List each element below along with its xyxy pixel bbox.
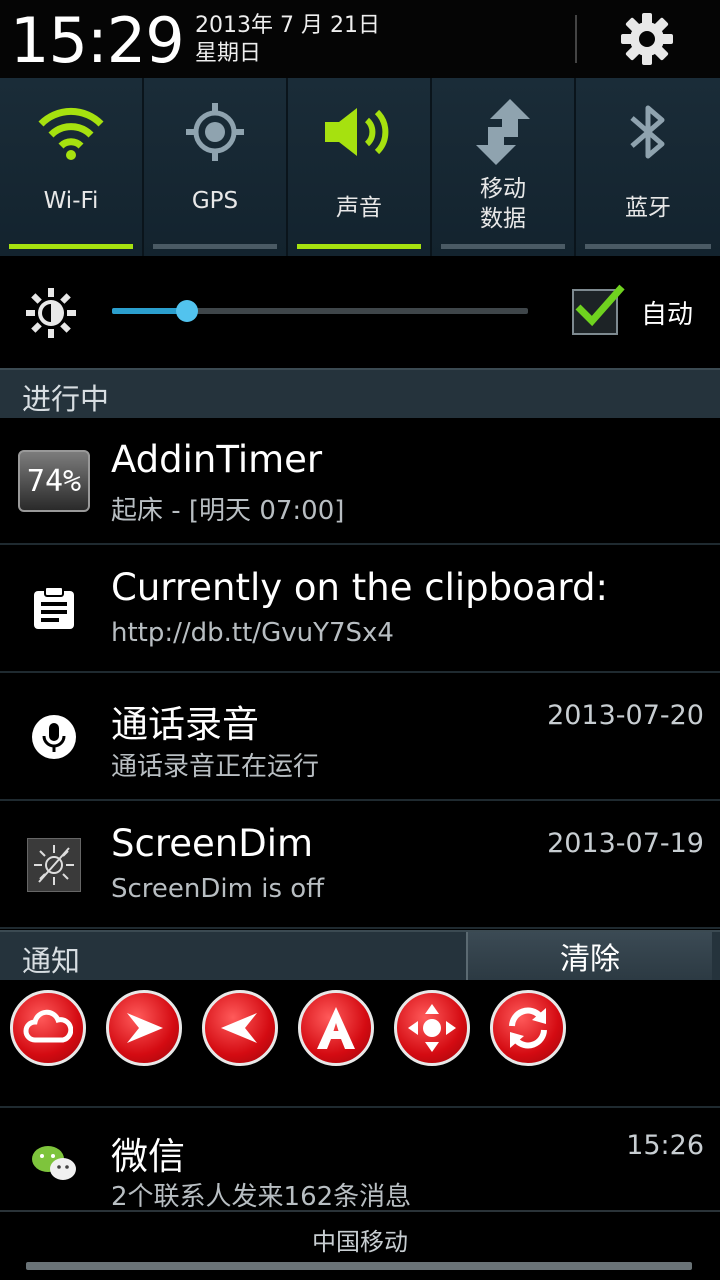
- notification-time: 2013-07-20: [547, 700, 704, 731]
- mobile-data-icon: [476, 99, 530, 165]
- settings-button[interactable]: [612, 6, 682, 72]
- clear-button[interactable]: 清除: [466, 932, 712, 980]
- toggle-gps[interactable]: GPS: [144, 78, 288, 256]
- notifications-title: 通知: [22, 944, 81, 978]
- sound-icon: [325, 108, 389, 156]
- clock: 15:29: [10, 4, 185, 77]
- checkmark-icon: [575, 284, 625, 327]
- notification-screendim[interactable]: ScreenDim ScreenDim is off 2013-07-19: [0, 802, 720, 929]
- date-display: 2013年 7 月 21日 星期日: [195, 12, 380, 68]
- bluetooth-icon: [630, 105, 665, 159]
- quick-settings: Wi-Fi GPS 声音 移动 数据 蓝牙: [0, 78, 720, 256]
- drag-handle[interactable]: [26, 1262, 692, 1270]
- toggle-gps-label: GPS: [191, 188, 239, 214]
- notification-title: 通话录音: [111, 703, 259, 746]
- notification-clipboard[interactable]: Currently on the clipboard: http://db.tt…: [0, 546, 720, 673]
- notification-title: 微信: [111, 1135, 185, 1178]
- toggle-wifi-indicator: [9, 244, 133, 249]
- notification-title: Currently on the clipboard:: [111, 566, 608, 609]
- brightness-icon: [26, 288, 76, 338]
- notification-subtitle: http://db.tt/GvuY7Sx4: [111, 618, 394, 648]
- screendim-icon: [16, 832, 92, 898]
- notifications-section-header: 通知 清除: [0, 930, 720, 980]
- notification-title: AddinTimer: [111, 438, 323, 481]
- toggle-mobile-data[interactable]: 移动 数据: [432, 78, 576, 256]
- app-notification-icons: [0, 980, 720, 1108]
- brightness-slider-thumb[interactable]: [175, 300, 198, 322]
- weekday: 星期日: [195, 41, 262, 66]
- gps-icon: [186, 103, 244, 161]
- carrier-label: 中国移动: [312, 1228, 408, 1256]
- brightness-slider[interactable]: [112, 308, 528, 314]
- toggle-mobile-data-label: 移动 数据: [480, 176, 526, 232]
- microphone-icon: [16, 704, 92, 770]
- sync-icon[interactable]: [490, 990, 566, 1066]
- toggle-bluetooth-label: 蓝牙: [625, 195, 671, 221]
- timer-icon: 74%: [16, 448, 92, 514]
- ongoing-section-header: 进行中: [0, 368, 720, 418]
- notification-call-recorder[interactable]: 通话录音 通话录音正在运行 2013-07-20: [0, 674, 720, 801]
- letter-a-icon[interactable]: [298, 990, 374, 1066]
- notification-time: 15:26: [626, 1130, 704, 1161]
- notification-subtitle: 通话录音正在运行: [111, 752, 320, 782]
- toggle-mobile-data-indicator: [441, 244, 565, 249]
- notification-time: 2013-07-19: [547, 828, 704, 859]
- clipboard-icon: [16, 576, 92, 642]
- toggle-wifi[interactable]: Wi-Fi: [0, 78, 144, 256]
- auto-brightness-checkbox[interactable]: [572, 284, 625, 335]
- brightness-row: 自动: [0, 256, 720, 368]
- toggle-bluetooth[interactable]: 蓝牙: [576, 78, 720, 256]
- status-header: 15:29 2013年 7 月 21日 星期日: [0, 0, 720, 78]
- arrow-left-icon[interactable]: [202, 990, 278, 1066]
- cloud-icon[interactable]: [10, 990, 86, 1066]
- header-divider: [575, 15, 577, 63]
- notification-subtitle: 起床 - [明天 07:00]: [111, 496, 345, 526]
- date-line: 2013年 7 月 21日: [195, 13, 380, 38]
- wifi-icon: [38, 107, 104, 160]
- notification-subtitle: 2个联系人发来162条消息: [111, 1182, 412, 1212]
- toggle-sound-indicator: [297, 244, 421, 249]
- notification-subtitle: ScreenDim is off: [111, 874, 325, 904]
- toggle-bluetooth-indicator: [585, 244, 711, 249]
- dpad-icon[interactable]: [394, 990, 470, 1066]
- notification-title: ScreenDim: [111, 822, 314, 865]
- auto-brightness-label: 自动: [641, 300, 694, 330]
- toggle-sound[interactable]: 声音: [288, 78, 432, 256]
- arrow-right-icon[interactable]: [106, 990, 182, 1066]
- toggle-gps-indicator: [153, 244, 277, 249]
- notification-wechat[interactable]: 微信 2个联系人发来162条消息 15:26: [0, 1108, 720, 1212]
- notification-addintimer[interactable]: 74% AddinTimer 起床 - [明天 07:00]: [0, 418, 720, 545]
- gear-icon: [621, 13, 673, 65]
- wechat-icon: [16, 1130, 92, 1196]
- ongoing-title: 进行中: [22, 382, 110, 416]
- footer: 中国移动: [0, 1212, 720, 1280]
- toggle-wifi-label: Wi-Fi: [43, 188, 99, 214]
- toggle-sound-label: 声音: [336, 195, 382, 221]
